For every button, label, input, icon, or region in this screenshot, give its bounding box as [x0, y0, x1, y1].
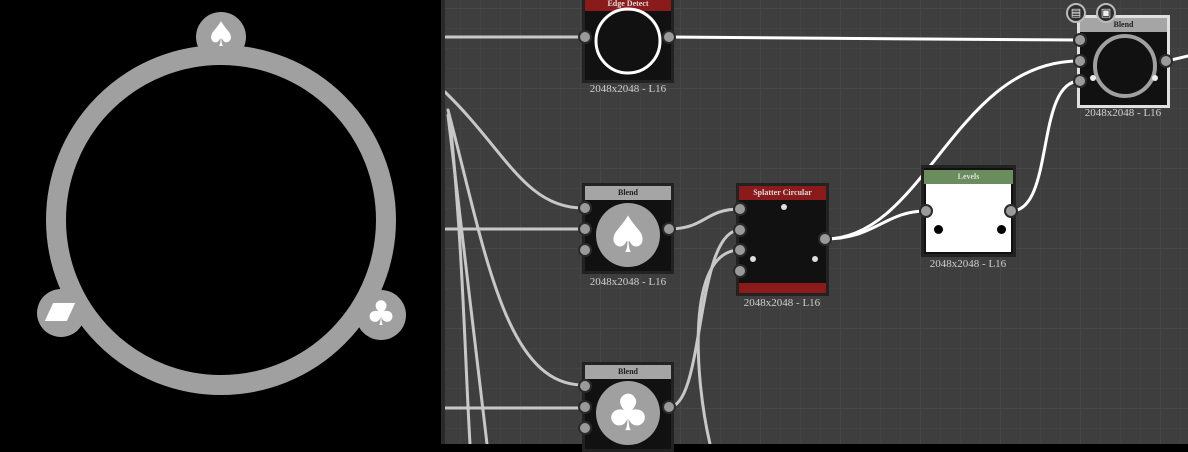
- club-badge-icon: ♣: [356, 290, 406, 340]
- node-blend-club[interactable]: Blend ♣: [582, 362, 674, 452]
- link-splatter-levels: [823, 209, 928, 241]
- preview-panel[interactable]: ♠ ♣: [0, 0, 441, 444]
- link-edge-blendout: [667, 35, 1082, 42]
- link-curve-a: [445, 90, 585, 210]
- preview-canvas: [46, 45, 396, 395]
- node-thumbnail: [926, 184, 1011, 252]
- node-thumbnail: [1090, 34, 1158, 98]
- spade-thumbnail-icon: ♠: [596, 203, 660, 267]
- node-blend-spade[interactable]: Blend ♠: [582, 183, 674, 274]
- spade-icon: ♠: [205, 15, 237, 55]
- document-icon[interactable]: ▤: [1066, 3, 1086, 23]
- link-club-splatter: [667, 228, 742, 409]
- club-icon: ♣: [365, 294, 397, 334]
- node-blend-output[interactable]: Blend: [1077, 15, 1170, 108]
- diamond-icon: [44, 303, 76, 321]
- club-thumbnail-icon: ♣: [596, 381, 660, 445]
- node-info: 2048x2048 - L16: [743, 297, 821, 309]
- node-splatter-circular[interactable]: Splatter Circular: [736, 183, 829, 296]
- node-info: 2048x2048 - L16: [1084, 107, 1162, 119]
- node-info: 2048x2048 - L16: [929, 258, 1007, 270]
- preview-ring: [46, 45, 396, 395]
- spade-icon: ♠: [605, 206, 651, 264]
- node-levels[interactable]: Levels: [921, 165, 1016, 257]
- link-levels-blendout: [1009, 79, 1082, 213]
- node-title: Blend: [585, 186, 671, 200]
- node-title: Blend: [585, 365, 671, 379]
- node-edge-detect[interactable]: Edge Detect: [582, 0, 674, 83]
- node-title: Levels: [924, 170, 1013, 184]
- link-curve-b: [446, 108, 585, 387]
- node-info: 2048x2048 - L16: [589, 83, 667, 95]
- node-thumbnail: [594, 7, 662, 75]
- spade-badge-icon: ♠: [196, 12, 246, 62]
- checker-icon[interactable]: ▣: [1096, 3, 1116, 23]
- link-down-splatter: [696, 248, 742, 444]
- link-blendout-right: [1165, 54, 1188, 63]
- link-spade-splatter: [667, 207, 742, 231]
- node-graph-canvas[interactable]: Edge Detect 2048x2048 - L16 Blend ♠ 2048…: [445, 0, 1188, 452]
- node-info: 2048x2048 - L16: [589, 276, 667, 288]
- diamond-badge-icon: [37, 289, 85, 337]
- node-thumbnail: [750, 204, 818, 262]
- club-icon: ♣: [605, 384, 651, 442]
